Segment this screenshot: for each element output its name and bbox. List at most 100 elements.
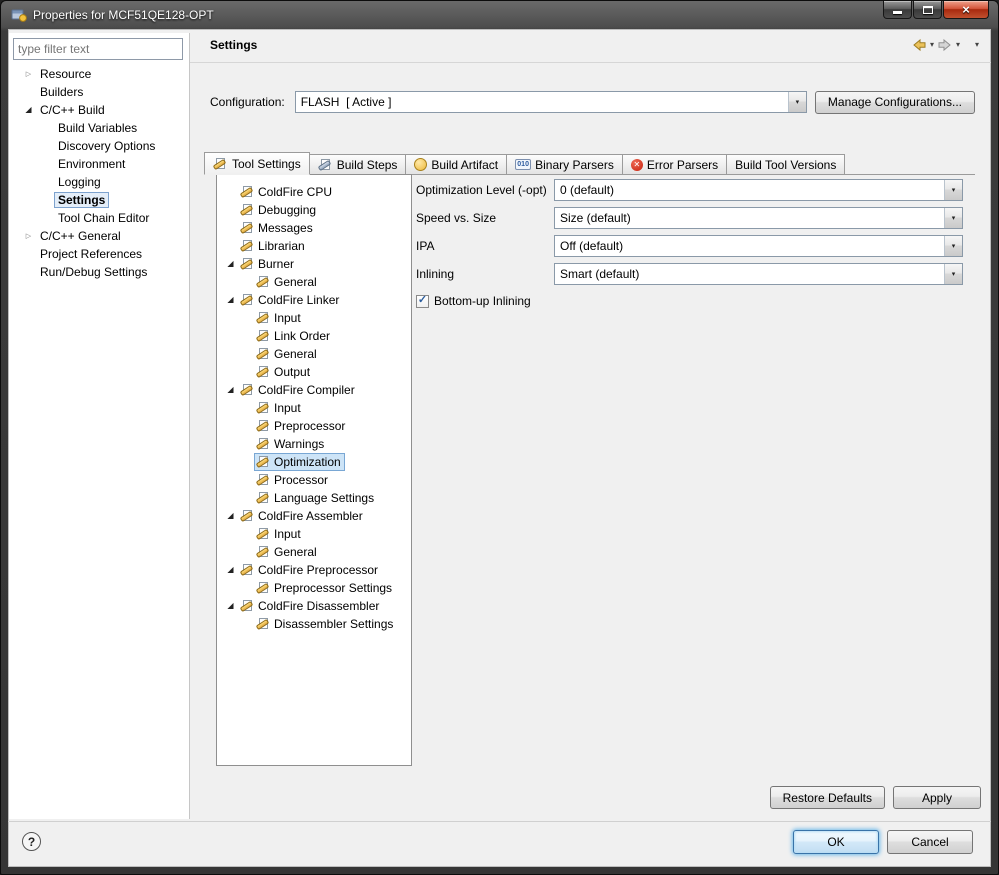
tool-tree-item-input[interactable]: Input — [217, 525, 411, 543]
sidebar-item-builders[interactable]: Builders — [9, 83, 189, 101]
sidebar-item-project-references[interactable]: Project References — [9, 245, 189, 263]
combo-speed-vs-size[interactable]: Size (default) ▾ — [554, 207, 963, 229]
sidebar-item-label: Build Variables — [58, 121, 138, 135]
twisty-expanded-icon[interactable]: ◢ — [223, 602, 238, 610]
tool-tree-item-general[interactable]: General — [217, 543, 411, 561]
form-field-speed-vs-size: Speed vs. Size Size (default) ▾ — [416, 204, 963, 232]
tree-item-core: Input — [254, 525, 305, 543]
settings-page-icon — [255, 545, 271, 559]
configuration-combo[interactable]: FLASH [ Active ] ▾ — [294, 91, 807, 113]
tab-tool-settings[interactable]: Tool Settings — [204, 152, 310, 175]
back-arrow-icon[interactable] — [911, 37, 927, 53]
tab-error-parsers[interactable]: ✕ Error Parsers — [621, 154, 728, 174]
combo-dropdown-button[interactable]: ▾ — [944, 208, 962, 228]
tool-tree-item-coldfire-disassembler[interactable]: ◢ ColdFire Disassembler — [217, 597, 411, 615]
settings-main-panel: Settings ▾ ▾ ▾ Configuration: FLASH [Ac… — [190, 29, 991, 819]
tool-tree-item-label: ColdFire Linker — [258, 293, 340, 307]
configuration-combo-dropdown-button[interactable]: ▾ — [787, 92, 806, 112]
forward-history-caret-icon[interactable]: ▾ — [956, 41, 960, 49]
twisty-expanded-icon[interactable]: ◢ — [223, 512, 238, 520]
optimization-form: Optimization Level (-opt) 0 (default) ▾ Spe… — [416, 176, 963, 312]
tool-tree-item-output[interactable]: Output — [217, 363, 411, 381]
sidebar-item-resource[interactable]: ▷ Resource — [9, 65, 189, 83]
footer-separator — [8, 821, 991, 822]
combo-ipa[interactable]: Off (default) ▾ — [554, 235, 963, 257]
tool-tree-item-debugging[interactable]: Debugging — [217, 201, 411, 219]
tool-tree-item-coldfire-assembler[interactable]: ◢ ColdFire Assembler — [217, 507, 411, 525]
title-bar[interactable]: Properties for MCF51QE128-OPT × — [1, 1, 998, 29]
checkbox-icon[interactable]: ✓ — [416, 294, 429, 308]
twisty-expanded-icon[interactable]: ◢ — [223, 386, 238, 394]
combo-dropdown-button[interactable]: ▾ — [944, 264, 962, 284]
combo-selected-value: Size (default) — [560, 211, 631, 225]
sidebar-item-settings[interactable]: Settings — [9, 191, 189, 209]
restore-defaults-button[interactable]: Restore Defaults — [769, 786, 885, 809]
twisty-collapsed-icon[interactable]: ▷ — [21, 71, 36, 78]
tab-binary-parsers[interactable]: 010 Binary Parsers — [506, 154, 623, 174]
minimize-button[interactable] — [883, 1, 912, 19]
combo-dropdown-button[interactable]: ▾ — [944, 180, 962, 200]
tree-item-core: ColdFire Preprocessor — [238, 561, 382, 579]
tool-tree-item-processor[interactable]: Processor — [217, 471, 411, 489]
tab-build-tool-versions[interactable]: Build Tool Versions — [726, 154, 846, 174]
twisty-expanded-icon[interactable]: ◢ — [223, 566, 238, 574]
tool-tree-item-burner[interactable]: ◢ Burner — [217, 255, 411, 273]
close-button[interactable]: × — [943, 1, 989, 19]
help-button[interactable]: ? — [22, 832, 41, 851]
sidebar-item-tool-chain-editor[interactable]: Tool Chain Editor — [9, 209, 189, 227]
bottom-up-inlining-checkbox[interactable]: ✓ Bottom-up Inlining — [416, 290, 963, 312]
combo-dropdown-button[interactable]: ▾ — [944, 236, 962, 256]
settings-page-icon — [255, 419, 271, 433]
sidebar-item-run-debug-settings[interactable]: Run/Debug Settings — [9, 263, 189, 281]
combo-inlining[interactable]: Smart (default) ▾ — [554, 263, 963, 285]
tool-tree-item-messages[interactable]: Messages — [217, 219, 411, 237]
tool-tree-item-general[interactable]: General — [217, 273, 411, 291]
ok-button[interactable]: OK — [793, 830, 879, 854]
tool-tree-item-optimization[interactable]: Optimization — [217, 453, 411, 471]
sidebar-item-c-c-build[interactable]: ◢ C/C++ Build — [9, 101, 189, 119]
sidebar-item-build-variables[interactable]: Build Variables — [9, 119, 189, 137]
manage-configurations-button[interactable]: Manage Configurations... — [814, 90, 975, 114]
cancel-button[interactable]: Cancel — [887, 830, 973, 854]
tool-tree-item-coldfire-linker[interactable]: ◢ ColdFire Linker — [217, 291, 411, 309]
wrench-icon — [212, 157, 228, 171]
twisty-expanded-icon[interactable]: ◢ — [223, 296, 238, 304]
sidebar-item-label: C/C++ Build — [40, 103, 105, 117]
settings-page-icon — [255, 581, 271, 595]
view-menu-icon[interactable]: ▾ — [975, 41, 979, 49]
tool-tree-item-coldfire-cpu[interactable]: ColdFire CPU — [217, 183, 411, 201]
twisty-expanded-icon[interactable]: ◢ — [21, 106, 36, 114]
tool-tree-item-disassembler-settings[interactable]: Disassembler Settings — [217, 615, 411, 633]
tool-tree-item-preprocessor[interactable]: Preprocessor — [217, 417, 411, 435]
tool-tree-item-preprocessor-settings[interactable]: Preprocessor Settings — [217, 579, 411, 597]
back-history-caret-icon[interactable]: ▾ — [930, 41, 934, 49]
sidebar-item-discovery-options[interactable]: Discovery Options — [9, 137, 189, 155]
tool-tree-item-link-order[interactable]: Link Order — [217, 327, 411, 345]
tool-tree-item-coldfire-compiler[interactable]: ◢ ColdFire Compiler — [217, 381, 411, 399]
filter-input[interactable] — [13, 38, 183, 60]
tool-tree-item-general[interactable]: General — [217, 345, 411, 363]
tool-tree-item-warnings[interactable]: Warnings — [217, 435, 411, 453]
tab-build-steps[interactable]: Build Steps — [308, 154, 407, 174]
settings-page-icon — [239, 509, 255, 523]
sidebar-item-logging[interactable]: Logging — [9, 173, 189, 191]
tool-tree-item-librarian[interactable]: Librarian — [217, 237, 411, 255]
sidebar-item-c-c-general[interactable]: ▷ C/C++ General — [9, 227, 189, 245]
combo-optimization-level-opt[interactable]: 0 (default) ▾ — [554, 179, 963, 201]
apply-button[interactable]: Apply — [893, 786, 981, 809]
settings-page-icon — [239, 257, 255, 271]
tool-tree-item-label: Input — [274, 527, 301, 541]
tool-tree-item-input[interactable]: Input — [217, 399, 411, 417]
tool-tree-item-coldfire-preprocessor[interactable]: ◢ ColdFire Preprocessor — [217, 561, 411, 579]
twisty-expanded-icon[interactable]: ◢ — [223, 260, 238, 268]
tab-build-artifact[interactable]: Build Artifact — [405, 154, 508, 174]
tool-tree-item-input[interactable]: Input — [217, 309, 411, 327]
tree-item-core: Warnings — [254, 435, 328, 453]
tool-tree-item-language-settings[interactable]: Language Settings — [217, 489, 411, 507]
maximize-button[interactable] — [913, 1, 942, 19]
forward-arrow-icon[interactable] — [937, 37, 953, 53]
sidebar-item-environment[interactable]: Environment — [9, 155, 189, 173]
tool-settings-tree: ColdFire CPU Debugging Messages Librarian ◢ B… — [216, 174, 412, 766]
twisty-collapsed-icon[interactable]: ▷ — [21, 233, 36, 240]
sidebar-item-label: Builders — [40, 85, 84, 99]
